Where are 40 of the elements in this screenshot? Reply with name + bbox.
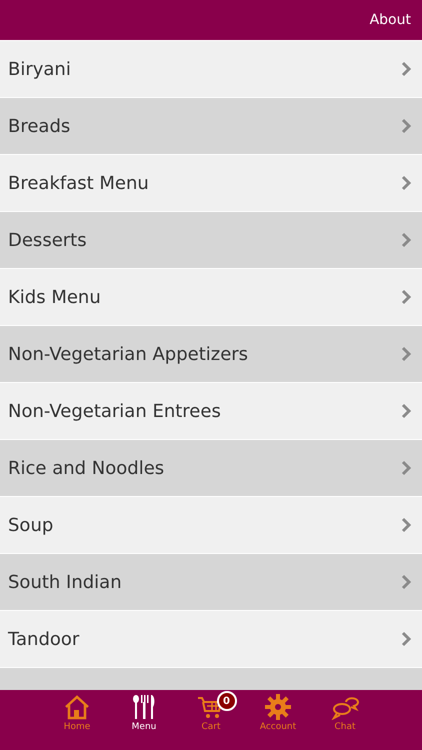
menu-category-row[interactable]: Soup [0, 497, 422, 553]
chevron-icon [401, 118, 412, 134]
menu-category-row[interactable]: Kids Menu [0, 269, 422, 325]
category-label: Soup [8, 514, 54, 536]
chevron-icon [401, 460, 412, 476]
category-label: South Indian [8, 572, 122, 592]
chevron-icon [401, 517, 412, 533]
category-label: Tandoor [8, 628, 80, 650]
chevron-icon [401, 61, 412, 77]
menu-category-row[interactable]: South Indian [0, 554, 422, 610]
about-link[interactable]: About [370, 12, 411, 28]
menu-category-row[interactable]: Breads [0, 98, 422, 154]
chevron-icon [401, 232, 412, 248]
category-label: Non-Vegetarian Appetizers [8, 344, 248, 364]
chevron-icon [401, 403, 412, 419]
chevron-icon [401, 574, 412, 590]
chevron-icon [401, 175, 412, 191]
category-label: Breads [8, 116, 70, 136]
menu-category-row[interactable]: Non-Vegetarian Entrees [0, 383, 422, 439]
chat-icon [331, 694, 359, 720]
menu-category-row[interactable]: Tandoor [0, 611, 422, 667]
chevron-icon [401, 346, 412, 362]
gear-icon [264, 694, 292, 720]
category-label: Non-Vegetarian Entrees [8, 400, 221, 422]
chevron-icon [401, 289, 412, 305]
menu-category-row[interactable]: Breakfast Menu [0, 155, 422, 211]
tab-bar-item[interactable]: Menu [114, 690, 174, 750]
category-label: Biryani [8, 58, 71, 80]
category-label: Desserts [8, 230, 87, 250]
house-icon [63, 694, 91, 720]
cart-count-badge: 0 [216, 691, 236, 711]
menu-category-row[interactable]: Non-Vegetarian Appetizers [0, 326, 422, 382]
category-label: Breakfast Menu [8, 172, 149, 194]
tab-bar-item[interactable]: Cart 0 [180, 690, 242, 750]
menu-category-row[interactable]: Desserts [0, 212, 422, 268]
category-label: Kids Menu [8, 286, 101, 308]
menu-category-row[interactable]: Biryani [0, 41, 422, 97]
menu-category-row[interactable]: Rice and Noodles [0, 440, 422, 496]
category-label: Rice and Noodles [8, 458, 164, 478]
chevron-icon [401, 631, 412, 647]
